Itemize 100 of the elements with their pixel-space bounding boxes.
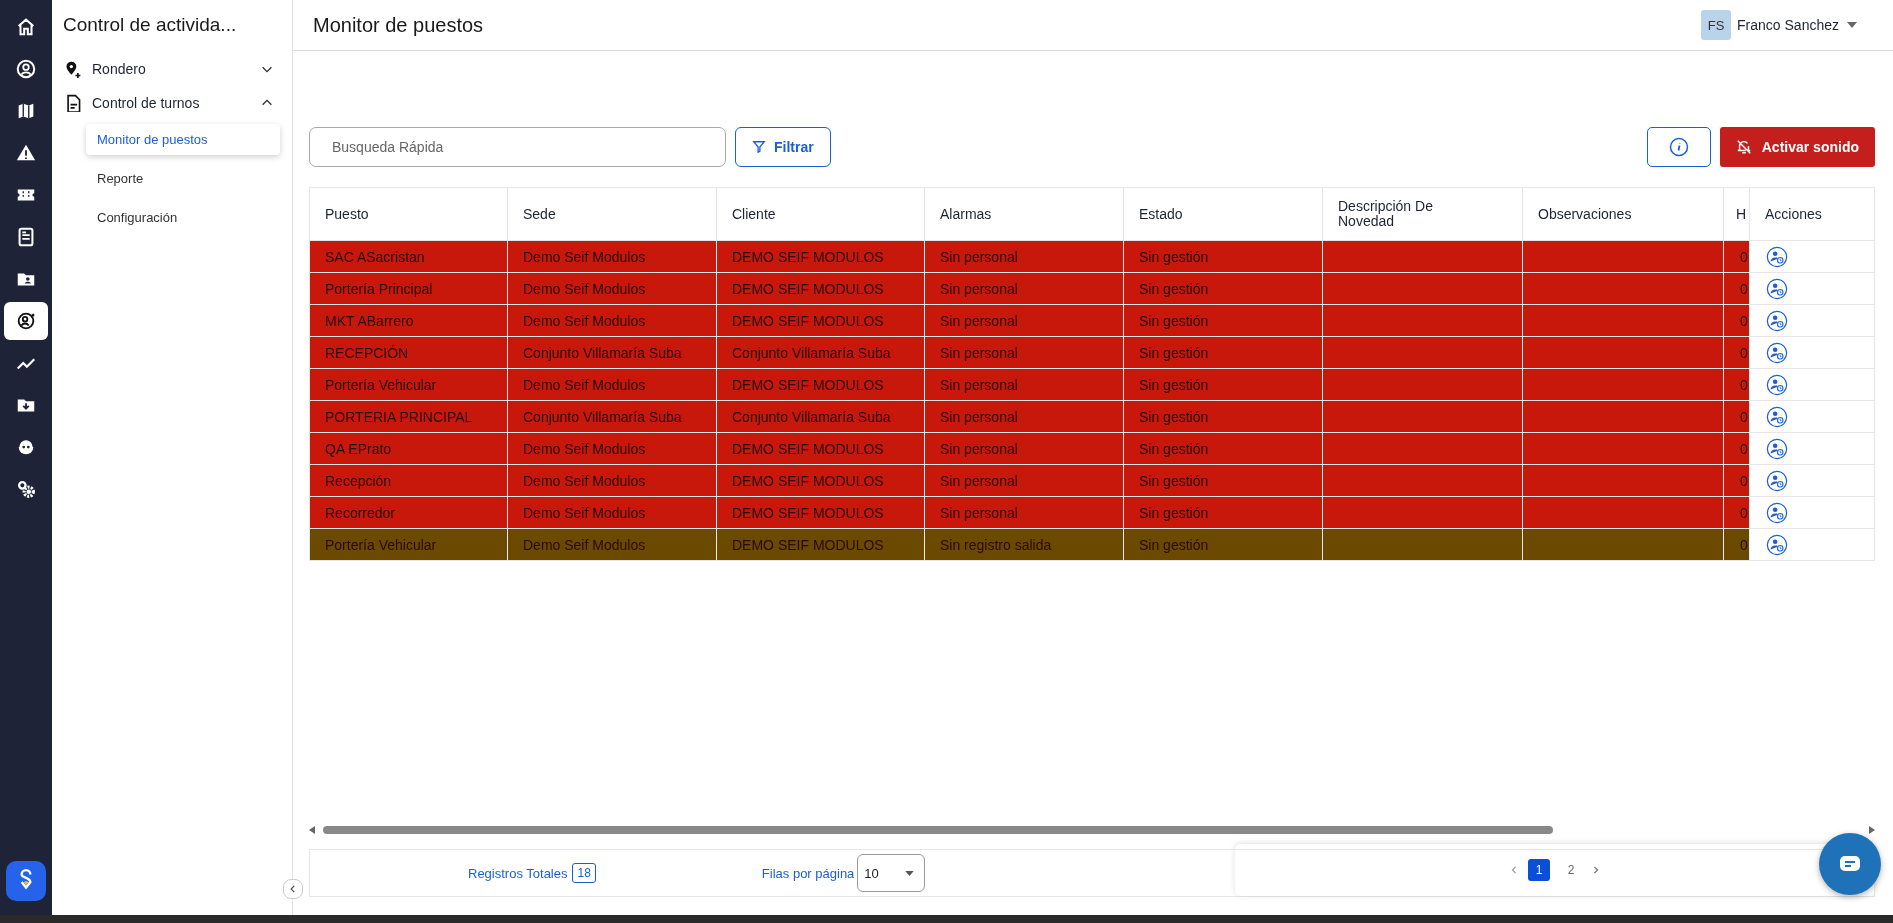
rows-per-page-select[interactable]: 10 bbox=[857, 854, 926, 892]
table-cell: 0 bbox=[1740, 536, 1748, 553]
filter-button[interactable]: Filtrar bbox=[735, 127, 831, 167]
total-count: 18 bbox=[572, 863, 596, 883]
funnel-icon bbox=[752, 140, 766, 154]
user-circle-icon bbox=[15, 58, 37, 80]
column-header: Cliente bbox=[716, 187, 925, 241]
table-cell: Sin personal bbox=[940, 504, 1018, 521]
info-button[interactable] bbox=[1646, 127, 1711, 167]
arrow-right-icon[interactable] bbox=[1869, 826, 1875, 834]
table-cell: Demo Seif Modulos bbox=[523, 472, 646, 489]
table-cell: PORTERIA PRINCIPAL bbox=[325, 408, 473, 425]
document-icon bbox=[64, 94, 82, 112]
column-header: Estado bbox=[1123, 187, 1323, 241]
table-cell: Sin personal bbox=[940, 376, 1018, 393]
table-cell: DEMO SEIF MODULOS bbox=[732, 248, 884, 265]
table-cell: Sin gestión bbox=[1139, 536, 1209, 553]
chevron-right-icon bbox=[1592, 866, 1600, 874]
user-clock-icon[interactable] bbox=[1766, 437, 1788, 460]
table-cell: 0 bbox=[1740, 504, 1748, 521]
table-cell: Sin registro salida bbox=[940, 536, 1052, 553]
horizontal-scrollbar[interactable] bbox=[309, 825, 1875, 835]
nav-item[interactable]: Reporte bbox=[86, 163, 280, 194]
table-cell: Conjunto Villamaría Suba bbox=[732, 408, 891, 425]
column-header: Observaciones bbox=[1522, 187, 1724, 241]
user-name[interactable]: Franco Sanchez bbox=[1737, 17, 1839, 33]
table-cell: Portería Vehicular bbox=[325, 536, 437, 553]
table-cell: Sin gestión bbox=[1139, 408, 1209, 425]
table-cell: Demo Seif Modulos bbox=[523, 536, 646, 553]
table-cell: SAC ASacristan bbox=[325, 248, 425, 265]
table-cell: Sin gestión bbox=[1139, 440, 1209, 457]
user-clock-icon[interactable] bbox=[1766, 469, 1788, 492]
user-clock-icon[interactable] bbox=[1766, 309, 1788, 332]
chevron-left-icon bbox=[1510, 866, 1518, 874]
rail-button[interactable] bbox=[4, 302, 48, 340]
table-cell: Recorredor bbox=[325, 504, 396, 521]
nav-item[interactable]: Monitor de puestos bbox=[86, 124, 280, 155]
table-cell: Sin gestión bbox=[1139, 376, 1209, 393]
table-cell: 0 bbox=[1740, 440, 1748, 457]
table-cell: Portería Vehicular bbox=[325, 376, 437, 393]
chat-button[interactable] bbox=[1819, 833, 1881, 895]
table-cell: MKT ABarrero bbox=[325, 312, 414, 329]
table-cell: Demo Seif Modulos bbox=[523, 280, 646, 297]
table-cell: Sin gestión bbox=[1139, 344, 1209, 361]
nav-item[interactable]: Configuración bbox=[86, 202, 280, 233]
table-cell: DEMO SEIF MODULOS bbox=[732, 312, 884, 329]
table-cell: Sin gestión bbox=[1139, 248, 1209, 265]
table-cell: Sin gestión bbox=[1139, 504, 1209, 521]
user-clock-icon[interactable] bbox=[1766, 373, 1788, 396]
page-title: Monitor de puestos bbox=[313, 13, 485, 37]
table-cell: Demo Seif Modulos bbox=[523, 504, 646, 521]
page-button[interactable]: 2 bbox=[1560, 859, 1582, 881]
user-clock-icon[interactable] bbox=[1766, 501, 1788, 524]
nav-group[interactable]: Control de turnos bbox=[64, 86, 274, 120]
table-cell: DEMO SEIF MODULOS bbox=[732, 472, 884, 489]
table-cell: Conjunto Villamaría Suba bbox=[523, 344, 682, 361]
next-page-button[interactable] bbox=[1592, 866, 1600, 874]
table-cell: DEMO SEIF MODULOS bbox=[732, 376, 884, 393]
table-cell: 0 bbox=[1740, 312, 1748, 329]
table-cell: 0 bbox=[1740, 408, 1748, 425]
table-cell: DEMO SEIF MODULOS bbox=[732, 280, 884, 297]
column-header: Puesto bbox=[309, 187, 508, 241]
arrow-left-icon[interactable] bbox=[309, 826, 315, 834]
table-cell: 0 bbox=[1740, 248, 1748, 265]
map-pin-icon bbox=[64, 60, 82, 78]
user-clock-icon[interactable] bbox=[1766, 341, 1788, 364]
sidebar-title: Control de activida... bbox=[63, 14, 238, 36]
table-cell: 0 bbox=[1740, 472, 1748, 489]
table-cell: Conjunto Villamaría Suba bbox=[732, 344, 891, 361]
total-label: Registros Totales bbox=[468, 865, 568, 881]
table-cell: Sin personal bbox=[940, 472, 1018, 489]
user-clock-icon[interactable] bbox=[1766, 245, 1788, 268]
caret-icon[interactable] bbox=[1847, 22, 1857, 28]
chevron-left-icon bbox=[288, 884, 298, 894]
nav-group[interactable]: Rondero bbox=[64, 52, 274, 86]
table-cell: Demo Seif Modulos bbox=[523, 440, 646, 457]
page-button[interactable]: 1 bbox=[1528, 859, 1550, 881]
table-cell: 0 bbox=[1740, 280, 1748, 297]
table-cell: QA EPrato bbox=[325, 440, 392, 457]
app-logo bbox=[6, 861, 46, 901]
table-cell: Demo Seif Modulos bbox=[523, 376, 646, 393]
bell-off-icon bbox=[1735, 139, 1752, 155]
column-header: H bbox=[1723, 187, 1750, 241]
search-field[interactable]: Busqueda Rápida bbox=[309, 127, 726, 167]
table-cell: DEMO SEIF MODULOS bbox=[732, 504, 884, 521]
table-cell: Sin personal bbox=[940, 440, 1018, 457]
gears-icon bbox=[15, 478, 37, 500]
table-cell: RECEPCIÓN bbox=[325, 344, 409, 361]
user-clock-icon[interactable] bbox=[1766, 405, 1788, 428]
table-cell: Recepción bbox=[325, 472, 392, 489]
user-avatar: FS bbox=[1701, 10, 1732, 40]
table-cell: Demo Seif Modulos bbox=[523, 312, 646, 329]
column-header: Alarmas bbox=[924, 187, 1124, 241]
column-header: Descripción De Novedad bbox=[1322, 187, 1523, 241]
user-clock-icon[interactable] bbox=[1766, 277, 1788, 300]
user-clock-icon[interactable] bbox=[1766, 533, 1788, 556]
table-cell: Sin gestión bbox=[1139, 472, 1209, 489]
column-header: Sede bbox=[507, 187, 717, 241]
sound-button[interactable]: Activar sonido bbox=[1719, 127, 1875, 167]
table-cell: 0 bbox=[1740, 376, 1748, 393]
